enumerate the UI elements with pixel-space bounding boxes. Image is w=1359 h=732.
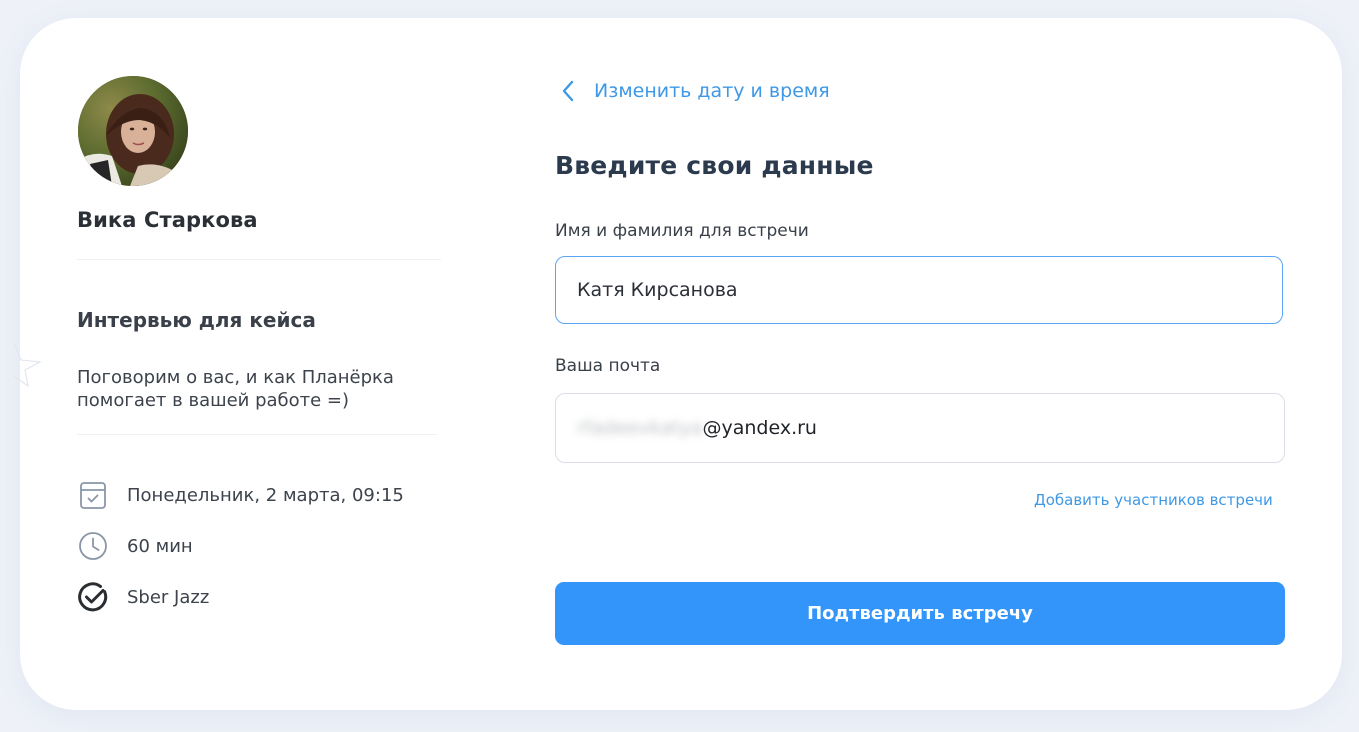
confirm-meeting-button[interactable]: Подтвердить встречу — [555, 582, 1285, 645]
event-title: Интервью для кейса — [77, 308, 316, 332]
email-field-label: Ваша почта — [555, 356, 661, 376]
booking-card: Вика Старкова Интервью для кейса Поговор… — [13, 18, 1342, 710]
divider — [77, 434, 437, 435]
form-title: Введите свои данные — [555, 151, 874, 180]
sber-jazz-icon — [77, 581, 109, 613]
calendar-icon — [77, 479, 109, 511]
chevron-left-icon — [560, 76, 582, 106]
clock-icon — [77, 530, 109, 562]
email-input[interactable]: rfadeevkatya @yandex.ru — [555, 393, 1285, 463]
name-field-label: Имя и фамилия для встречи — [555, 221, 809, 241]
event-duration-row: 60 мин — [77, 530, 193, 562]
event-platform: Sber Jazz — [127, 586, 210, 608]
email-local-part-blurred: rfadeevkatya — [577, 417, 703, 439]
change-date-label: Изменить дату и время — [594, 80, 830, 102]
host-name: Вика Старкова — [77, 208, 258, 232]
change-date-link[interactable]: Изменить дату и время — [560, 76, 830, 106]
event-duration: 60 мин — [127, 535, 193, 557]
event-platform-row: Sber Jazz — [77, 581, 209, 613]
add-participants-link[interactable]: Добавить участников встречи — [1034, 491, 1273, 509]
event-date: Понедельник, 2 марта, 09:15 — [127, 484, 404, 506]
event-description: Поговорим о вас, и как Планёрка помогает… — [77, 367, 394, 411]
decorative-star-icon — [13, 342, 43, 388]
event-date-row: Понедельник, 2 марта, 09:15 — [77, 479, 404, 511]
name-input[interactable] — [555, 256, 1283, 324]
host-avatar — [78, 76, 188, 186]
divider — [77, 259, 441, 260]
email-domain: @yandex.ru — [702, 417, 817, 439]
